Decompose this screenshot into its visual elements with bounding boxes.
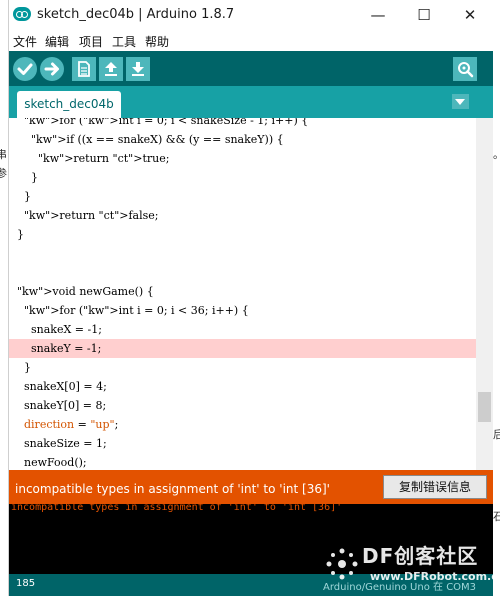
code-line[interactable]: } <box>9 168 476 187</box>
window-title: sketch_dec04b | Arduino 1.8.7 <box>37 7 235 22</box>
code-line[interactable]: "kw">for ("kw">int i = 0; i < snakeSize … <box>9 118 476 130</box>
code-line[interactable] <box>9 263 476 282</box>
open-icon <box>105 62 117 76</box>
code-text: "kw">return "ct">false; <box>24 209 159 222</box>
code-text: snakeX[0] = 4; <box>17 380 107 393</box>
background-text: 。 <box>493 146 500 162</box>
arduino-logo-icon <box>13 7 31 21</box>
verify-icon <box>17 63 33 75</box>
code-line[interactable]: } <box>9 187 476 206</box>
code-line[interactable]: "kw">return "ct">true; <box>9 149 476 168</box>
background-text: 后 <box>493 428 500 441</box>
tab-sketch[interactable]: sketch_dec04b <box>17 91 121 118</box>
maximize-button[interactable]: ☐ <box>401 0 447 31</box>
line-number: 185 <box>16 578 36 589</box>
menu-file[interactable]: 文件 <box>13 33 37 50</box>
code-line[interactable]: direction = "up"; <box>9 415 476 434</box>
code-line[interactable]: "kw">return "ct">false; <box>9 206 476 225</box>
menu-edit[interactable]: 编辑 <box>45 33 69 50</box>
code-text: } <box>17 190 31 203</box>
code-text: direction = "up"; <box>24 418 119 431</box>
code-line[interactable]: "kw">if ((x == snakeX) && (y == snakeY))… <box>9 130 476 149</box>
code-text: snakeX = -1; <box>17 323 102 336</box>
error-bar: incompatible types in assignment of 'int… <box>9 470 493 504</box>
background-text: 参 <box>0 167 7 180</box>
menu-help[interactable]: 帮助 <box>145 33 169 50</box>
code-text: "kw">for ("kw">int i = 0; i < 36; i++) { <box>24 304 249 317</box>
code-text: } <box>17 361 31 374</box>
menu-tools[interactable]: 工具 <box>112 33 136 50</box>
background-text: 石 <box>493 510 500 523</box>
code-text: "kw">if ((x == snakeX) && (y == snakeY))… <box>31 133 284 146</box>
tab-menu-button[interactable] <box>452 94 469 109</box>
code-line[interactable]: snakeY[0] = 8; <box>9 396 476 415</box>
background-page-left: 串 参 <box>0 0 8 600</box>
code-editor[interactable]: "kw">for ("kw">int i = 0; i < snakeSize … <box>9 118 476 470</box>
watermark-brand: DF创客社区 <box>362 544 479 568</box>
code-text: snakeY[0] = 8; <box>17 399 107 412</box>
code-text: snakeSize = 1; <box>17 437 107 450</box>
code-text: } <box>17 171 38 184</box>
copy-error-button[interactable]: 复制错误信息 <box>383 475 487 499</box>
new-icon <box>78 61 90 77</box>
code-line[interactable]: snakeX = -1; <box>9 320 476 339</box>
upload-icon <box>44 62 59 76</box>
open-button[interactable] <box>99 57 123 81</box>
code-text: snakeY = -1; <box>17 342 102 355</box>
error-message: incompatible types in assignment of 'int… <box>15 482 330 496</box>
code-line[interactable]: } <box>9 358 476 377</box>
background-text: 串 <box>0 148 7 161</box>
code-line[interactable]: "kw">void newGame() { <box>9 282 476 301</box>
toolbar <box>9 51 493 86</box>
scrollbar-thumb[interactable] <box>478 392 491 422</box>
save-button[interactable] <box>126 57 150 81</box>
save-icon <box>132 62 144 76</box>
watermark-url: www.DFRobot.com.cn <box>370 570 500 583</box>
arduino-ide-window: sketch_dec04b | Arduino 1.8.7 — ☐ ✕ 文件 编… <box>8 0 493 596</box>
code-text: } <box>17 228 24 241</box>
code-line[interactable]: snakeX[0] = 4; <box>9 377 476 396</box>
code-line[interactable]: snakeSize = 1; <box>9 434 476 453</box>
dfrobot-logo-icon <box>326 548 358 580</box>
serial-monitor-icon <box>458 62 474 78</box>
console-line: incompatible types in assignment of 'int… <box>11 504 343 513</box>
title-bar[interactable]: sketch_dec04b | Arduino 1.8.7 — ☐ ✕ <box>9 0 493 31</box>
code-text: newFood(); <box>17 456 87 469</box>
menu-sketch[interactable]: 项目 <box>79 33 103 50</box>
upload-button[interactable] <box>40 57 64 81</box>
editor-scrollbar[interactable] <box>476 118 493 470</box>
tab-bar: sketch_dec04b <box>9 86 493 118</box>
code-text: "kw">void newGame() { <box>17 285 154 298</box>
highlighted-code-line[interactable]: snakeY = -1; <box>9 339 476 358</box>
menu-bar: 文件 编辑 项目 工具 帮助 <box>9 31 493 51</box>
new-button[interactable] <box>72 57 96 81</box>
code-line[interactable] <box>9 244 476 263</box>
code-line[interactable]: newFood(); <box>9 453 476 470</box>
background-page-right: 。 后 石 <box>492 0 500 600</box>
verify-button[interactable] <box>13 57 37 81</box>
serial-monitor-button[interactable] <box>453 57 477 81</box>
code-line[interactable]: "kw">for ("kw">int i = 0; i < 36; i++) { <box>9 301 476 320</box>
minimize-button[interactable]: — <box>355 0 401 31</box>
code-text: "kw">return "ct">true; <box>37 152 170 165</box>
code-line[interactable]: } <box>9 225 476 244</box>
code-text: "kw">for ("kw">int i = 0; i < snakeSize … <box>24 118 309 127</box>
close-button[interactable]: ✕ <box>447 0 493 31</box>
watermark: DF创客社区 www.DFRobot.com.cn <box>320 540 500 596</box>
